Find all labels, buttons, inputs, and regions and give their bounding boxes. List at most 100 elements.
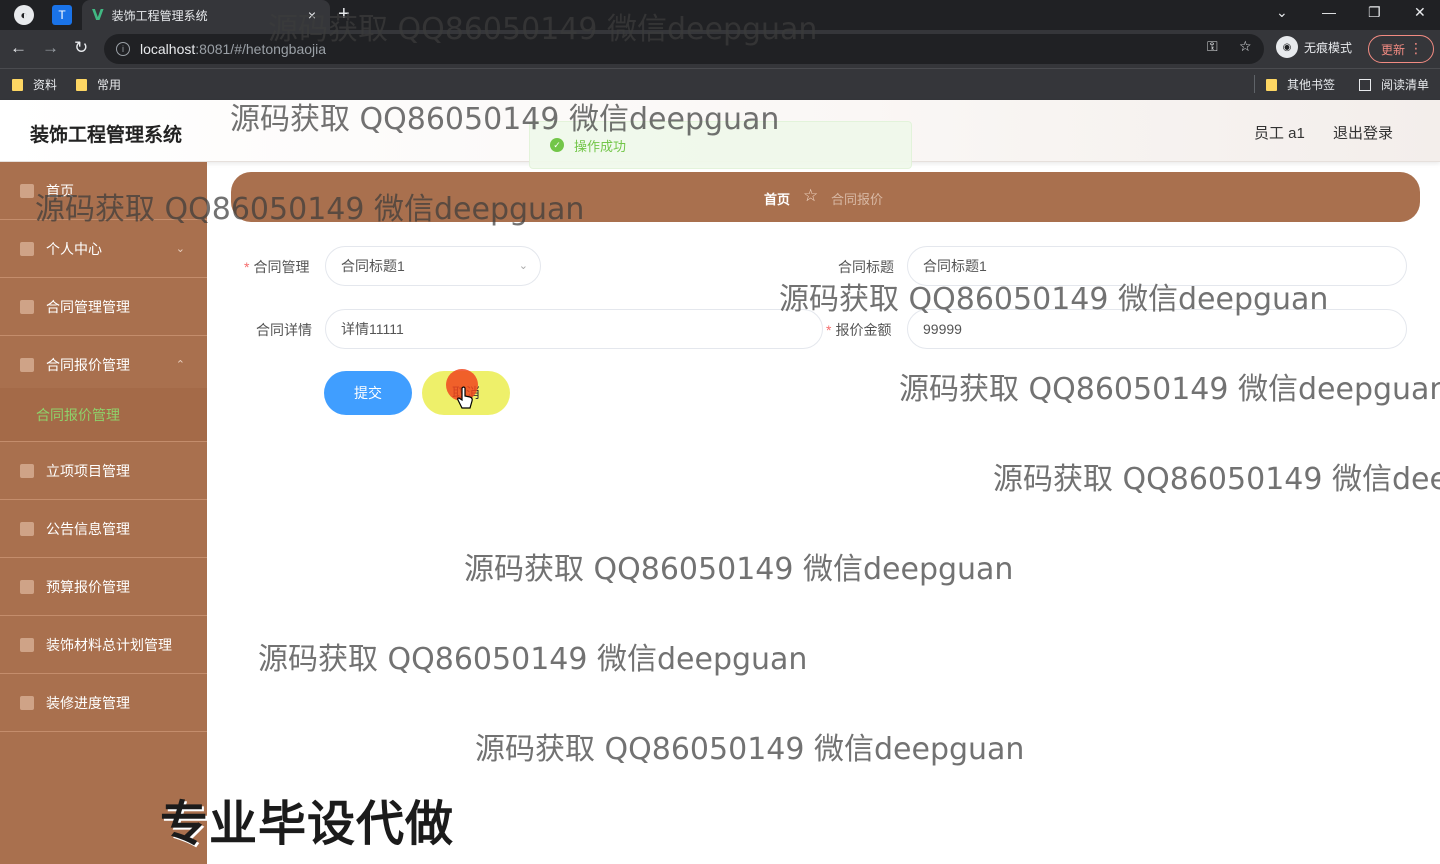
submenu-item-contract-quote[interactable]: 合同报价管理 xyxy=(0,388,207,442)
vue-icon: V xyxy=(92,6,104,24)
breadcrumb-current: 合同报价 xyxy=(831,192,884,207)
bookmark-star-icon[interactable]: ☆ xyxy=(1239,38,1252,55)
sidebar-item-label: 立项项目管理 xyxy=(46,462,130,479)
contract-detail-input[interactable]: 详情11111 xyxy=(325,309,823,349)
sidebar: 首页 个人中心 ⌄ 合同管理管理 合同报价管理 ⌃ 合同报价管理 立项项目管理 … xyxy=(0,162,207,864)
watermark-text: 源码获取 QQ86050149 微信deepguan xyxy=(475,732,1025,767)
incognito-profile[interactable]: ◉ 无痕模式 xyxy=(1276,36,1352,58)
success-toast: ✓ 操作成功 xyxy=(529,121,912,169)
tab-search-icon[interactable]: ⌄ xyxy=(1276,4,1288,21)
menu-dots-icon[interactable]: ⋮ xyxy=(1409,40,1423,57)
bookmark-label: 常用 xyxy=(97,78,122,92)
sidebar-item-budget[interactable]: 预算报价管理 xyxy=(0,558,207,616)
active-tab[interactable]: V 装饰工程管理系统 × xyxy=(82,0,330,30)
quote-amount-label: * 报价金额 xyxy=(826,322,892,338)
sidebar-item-project[interactable]: 立项项目管理 xyxy=(0,442,207,500)
watermark-text: 源码获取 QQ86050149 微信deepguan xyxy=(258,642,808,677)
watermark-text: 源码获取 QQ86050149 微信deepguan xyxy=(464,552,1014,587)
bookmarks-bar: 资料 常用 其他书签 阅读清单 xyxy=(0,68,1440,100)
bookmark-folder-1[interactable]: 资料 xyxy=(12,76,57,93)
bookmark-divider xyxy=(1254,75,1255,93)
sidebar-item-materials[interactable]: 装饰材料总计划管理 xyxy=(0,616,207,674)
promo-text: 专业毕设代做 xyxy=(160,796,455,852)
sidebar-item-home[interactable]: 首页 xyxy=(0,162,207,220)
contract-title-label: 合同标题 xyxy=(838,259,894,275)
budget-icon xyxy=(20,579,34,594)
close-window-icon[interactable]: ✕ xyxy=(1414,4,1426,21)
sidebar-item-label: 合同管理管理 xyxy=(46,298,130,315)
sidebar-item-label: 合同报价管理 xyxy=(46,356,130,373)
forward-icon[interactable]: → xyxy=(42,38,59,58)
hand-cursor-icon xyxy=(457,386,473,409)
reading-list-label: 阅读清单 xyxy=(1381,78,1430,92)
contract-detail-value: 详情11111 xyxy=(341,321,404,337)
project-icon xyxy=(20,463,34,478)
breadcrumb: 首页 ☆ 合同报价 xyxy=(231,172,1420,222)
contract-mgmt-value: 合同标题1 xyxy=(341,258,405,274)
new-tab-button[interactable]: + xyxy=(338,3,350,26)
current-user: 员工 a1 xyxy=(1254,125,1305,142)
folder-icon xyxy=(12,78,23,91)
toast-message: 操作成功 xyxy=(574,138,627,154)
restore-icon[interactable]: ❐ xyxy=(1368,4,1381,21)
home-icon xyxy=(20,183,34,198)
update-label: 更新 xyxy=(1381,42,1406,57)
folder-icon xyxy=(1266,78,1277,91)
browser-titlebar: ◐ T V 装饰工程管理系统 × + ⌄ — ❐ ✕ xyxy=(0,0,1440,30)
password-key-icon[interactable]: ⚿ xyxy=(1207,38,1218,55)
sidebar-item-label: 个人中心 xyxy=(46,240,102,257)
sidebar-item-contract-mgmt[interactable]: 合同管理管理 xyxy=(0,278,207,336)
other-bookmarks-label: 其他书签 xyxy=(1287,78,1336,92)
star-icon: ☆ xyxy=(803,186,819,205)
list-icon xyxy=(20,357,34,372)
contract-title-input[interactable]: 合同标题1 xyxy=(907,246,1407,286)
sidebar-item-label: 装修进度管理 xyxy=(46,694,130,711)
sidebar-item-notice[interactable]: 公告信息管理 xyxy=(0,500,207,558)
sidebar-item-label: 预算报价管理 xyxy=(46,578,130,595)
reading-list-icon xyxy=(1359,78,1371,91)
app-title: 装饰工程管理系统 xyxy=(30,125,183,146)
pinned-tab-icon[interactable]: T xyxy=(52,5,72,25)
submenu-item-label: 合同报价管理 xyxy=(36,406,120,423)
chevron-down-icon: ⌄ xyxy=(518,260,528,272)
reload-icon[interactable]: ↻ xyxy=(74,38,88,58)
contract-detail-label: 合同详情 xyxy=(256,322,312,338)
submit-button[interactable]: 提交 xyxy=(324,371,412,415)
sidebar-item-progress[interactable]: 装修进度管理 xyxy=(0,674,207,732)
minimize-icon[interactable]: — xyxy=(1322,4,1336,20)
tab-close-icon[interactable]: × xyxy=(308,7,316,23)
contract-title-value: 合同标题1 xyxy=(923,258,987,274)
contract-mgmt-select[interactable]: 合同标题1 ⌄ xyxy=(325,246,541,286)
bookmark-label: 资料 xyxy=(33,78,58,92)
back-icon[interactable]: ← xyxy=(10,38,27,58)
breadcrumb-home[interactable]: 首页 xyxy=(764,189,790,208)
bar-chart-icon xyxy=(20,695,34,710)
url-path: :8081/#/hetongbaojia xyxy=(195,41,327,57)
browser-logo-icon: ◐ xyxy=(14,5,34,25)
address-bar[interactable]: i localhost:8081/#/hetongbaojia xyxy=(104,34,1264,64)
reading-list[interactable]: 阅读清单 xyxy=(1359,76,1429,93)
bookmark-folder-2[interactable]: 常用 xyxy=(76,76,121,93)
sidebar-item-label: 首页 xyxy=(46,182,74,199)
chevron-down-icon: ⌄ xyxy=(175,243,185,255)
watermark-text: 源码获取 QQ86050149 微信deepguan xyxy=(993,462,1440,497)
logout-link[interactable]: 退出登录 xyxy=(1333,122,1393,143)
quote-amount-input[interactable]: 99999 xyxy=(907,309,1407,349)
tab-title: 装饰工程管理系统 xyxy=(111,8,208,23)
sidebar-item-label: 装饰材料总计划管理 xyxy=(46,636,172,653)
url-host: localhost xyxy=(140,41,196,57)
user-icon xyxy=(20,241,34,256)
browser-toolbar: ← → ↻ i localhost:8081/#/hetongbaojia ⚿ … xyxy=(0,30,1440,68)
notice-icon xyxy=(20,521,34,536)
chevron-up-icon: ⌃ xyxy=(175,359,185,371)
sidebar-item-profile[interactable]: 个人中心 ⌄ xyxy=(0,220,207,278)
sidebar-item-contract-quote[interactable]: 合同报价管理 ⌃ xyxy=(0,336,207,394)
update-button[interactable]: 更新 ⋮ xyxy=(1368,35,1434,63)
quote-amount-value: 99999 xyxy=(923,321,962,337)
check-circle-icon: ✓ xyxy=(550,138,564,152)
sidebar-item-label: 公告信息管理 xyxy=(46,520,130,537)
site-info-icon[interactable]: i xyxy=(116,42,130,56)
watermark-text: 源码获取 QQ86050149 微信deepguan xyxy=(899,372,1440,407)
other-bookmarks[interactable]: 其他书签 xyxy=(1266,76,1335,93)
profile-label: 无痕模式 xyxy=(1304,40,1353,55)
